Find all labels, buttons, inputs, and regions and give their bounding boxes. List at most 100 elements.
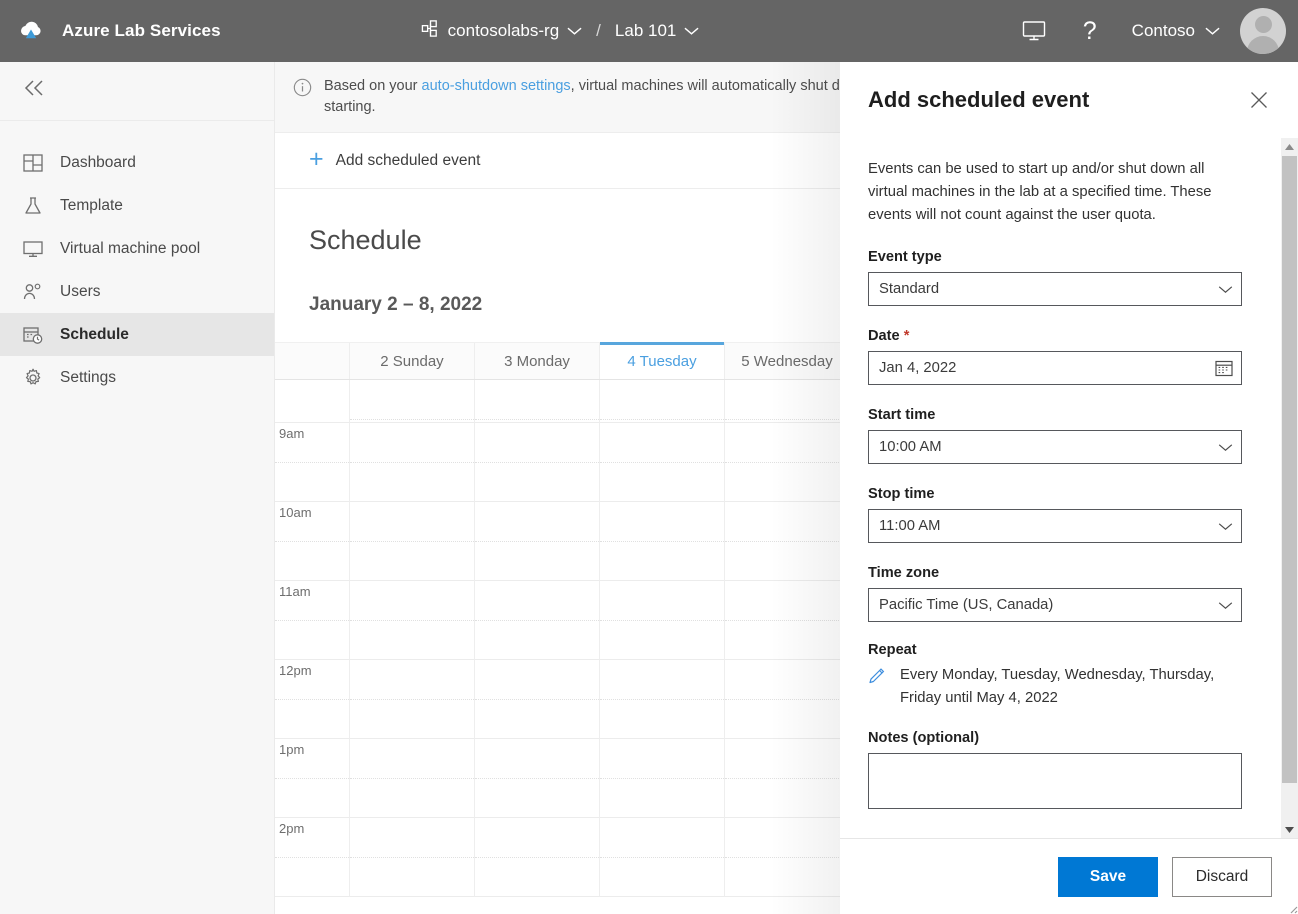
question-mark-icon[interactable]: ? [1062,0,1118,62]
start-time-value: 10:00 AM [879,439,1218,455]
tenant-selector[interactable]: Contoso [1118,21,1234,41]
calendar-time-label: 11am [275,581,350,660]
gear-icon [22,367,44,389]
field-label-text: Date [868,328,900,344]
field-label: Stop time [868,486,1242,502]
avatar[interactable] [1240,8,1286,54]
sidebar-item-template[interactable]: Template [0,184,274,227]
calendar-cell[interactable] [600,660,725,739]
monitor-icon[interactable] [1006,0,1062,62]
calendar-cell[interactable] [475,380,600,423]
calendar-cell[interactable] [600,423,725,502]
calendar-day-header[interactable]: 2 Sunday [350,343,475,379]
breadcrumb-resource-group[interactable]: contosolabs-rg [421,19,583,43]
left-sidebar: Dashboard Template Virtual machine [0,62,275,914]
calendar-cell[interactable] [350,502,475,581]
breadcrumb-lab[interactable]: Lab 101 [615,21,699,41]
calendar-cell[interactable] [350,818,475,897]
sidebar-collapse-button[interactable] [0,62,274,120]
calendar-cell[interactable] [350,581,475,660]
calendar-cell[interactable] [600,380,725,423]
stop-time-select[interactable]: 11:00 AM [868,509,1242,543]
calendar-cell[interactable] [475,818,600,897]
auto-shutdown-settings-link[interactable]: auto-shutdown settings [422,78,571,94]
field-date: Date * Jan 4, 2022 [868,328,1242,385]
flask-icon [22,195,44,217]
calendar-cell[interactable] [475,423,600,502]
event-type-select[interactable]: Standard [868,272,1242,306]
calendar-cell[interactable] [725,581,850,660]
calendar-cell[interactable] [600,502,725,581]
panel-scrollbar[interactable] [1281,138,1298,838]
repeat-value-row[interactable]: Every Monday, Tuesday, Wednesday, Thursd… [868,664,1242,710]
calendar-cell[interactable] [600,818,725,897]
time-zone-value: Pacific Time (US, Canada) [879,597,1218,613]
chevron-down-icon [1218,522,1233,531]
time-zone-select[interactable]: Pacific Time (US, Canada) [868,588,1242,622]
calendar-cell[interactable] [600,581,725,660]
calendar-time-label: 12pm [275,660,350,739]
add-scheduled-event-button[interactable]: + Add scheduled event [309,149,480,172]
sidebar-item-users[interactable]: Users [0,270,274,313]
chevron-down-icon[interactable] [567,21,582,41]
resource-group-icon [421,19,440,43]
field-label: Notes (optional) [868,730,1242,746]
notes-textarea[interactable] [868,753,1242,809]
calendar-cell[interactable] [350,423,475,502]
field-notes: Notes (optional) [868,730,1242,809]
panel-scroll-area: Events can be used to start up and/or sh… [840,138,1298,838]
sidebar-item-label: Settings [60,369,116,387]
repeat-value: Every Monday, Tuesday, Wednesday, Thursd… [900,664,1242,710]
sidebar-item-settings[interactable]: Settings [0,356,274,399]
calendar-day-header-selected[interactable]: 4 Tuesday [600,343,725,379]
field-label: Date * [868,328,1242,344]
azure-lab-services-logo [14,14,48,48]
start-time-select[interactable]: 10:00 AM [868,430,1242,464]
monitor-icon [22,238,44,260]
calendar-day-header[interactable]: 3 Monday [475,343,600,379]
calendar-cell[interactable] [725,739,850,818]
discard-button[interactable]: Discard [1172,857,1272,897]
scroll-down-arrow-icon[interactable] [1281,821,1298,838]
calendar-cell[interactable] [725,660,850,739]
chevron-down-icon [1218,601,1233,610]
sidebar-item-dashboard[interactable]: Dashboard [0,141,274,184]
calendar-cell[interactable] [350,660,475,739]
calendar-cell[interactable] [725,423,850,502]
resize-corner-grip[interactable] [1282,898,1298,914]
sidebar-item-virtual-machine-pool[interactable]: Virtual machine pool [0,227,274,270]
chevron-down-icon[interactable] [684,21,699,41]
breadcrumb: contosolabs-rg / Lab 101 [421,19,700,43]
calendar-cell[interactable] [475,739,600,818]
brand-area[interactable]: Azure Lab Services [0,14,221,48]
chevron-down-icon [1205,21,1220,41]
sidebar-item-label: Virtual machine pool [60,240,200,258]
app-root: Azure Lab Services contosolabs-rg / [0,0,1298,914]
calendar-icon[interactable] [1215,359,1233,377]
pencil-icon[interactable] [868,667,886,685]
field-event-type: Event type Standard [868,249,1242,306]
calendar-cell[interactable] [475,660,600,739]
plus-icon: + [309,147,324,172]
sidebar-item-schedule[interactable]: Schedule [0,313,274,356]
panel-scrollbar-thumb[interactable] [1282,156,1297,783]
brand-title: Azure Lab Services [62,21,221,41]
sidebar-item-label: Dashboard [60,154,136,172]
calendar-cell[interactable] [475,581,600,660]
breadcrumb-lab-label: Lab 101 [615,21,676,41]
calendar-cell[interactable] [350,739,475,818]
calendar-cell[interactable] [725,502,850,581]
calendar-cell[interactable] [600,739,725,818]
calendar-cell[interactable] [725,380,850,423]
calendar-cell[interactable] [475,502,600,581]
calendar-day-header[interactable]: 5 Wednesday [725,343,850,379]
close-icon[interactable] [1242,83,1276,117]
calendar-cell[interactable] [350,380,475,423]
date-input[interactable]: Jan 4, 2022 [868,351,1242,385]
calendar-time-label [275,380,350,423]
scroll-up-arrow-icon[interactable] [1281,138,1298,155]
save-button[interactable]: Save [1058,857,1158,897]
info-text-before: Based on your [324,78,422,94]
header-actions: ? Contoso [1006,0,1298,62]
calendar-cell[interactable] [725,818,850,897]
